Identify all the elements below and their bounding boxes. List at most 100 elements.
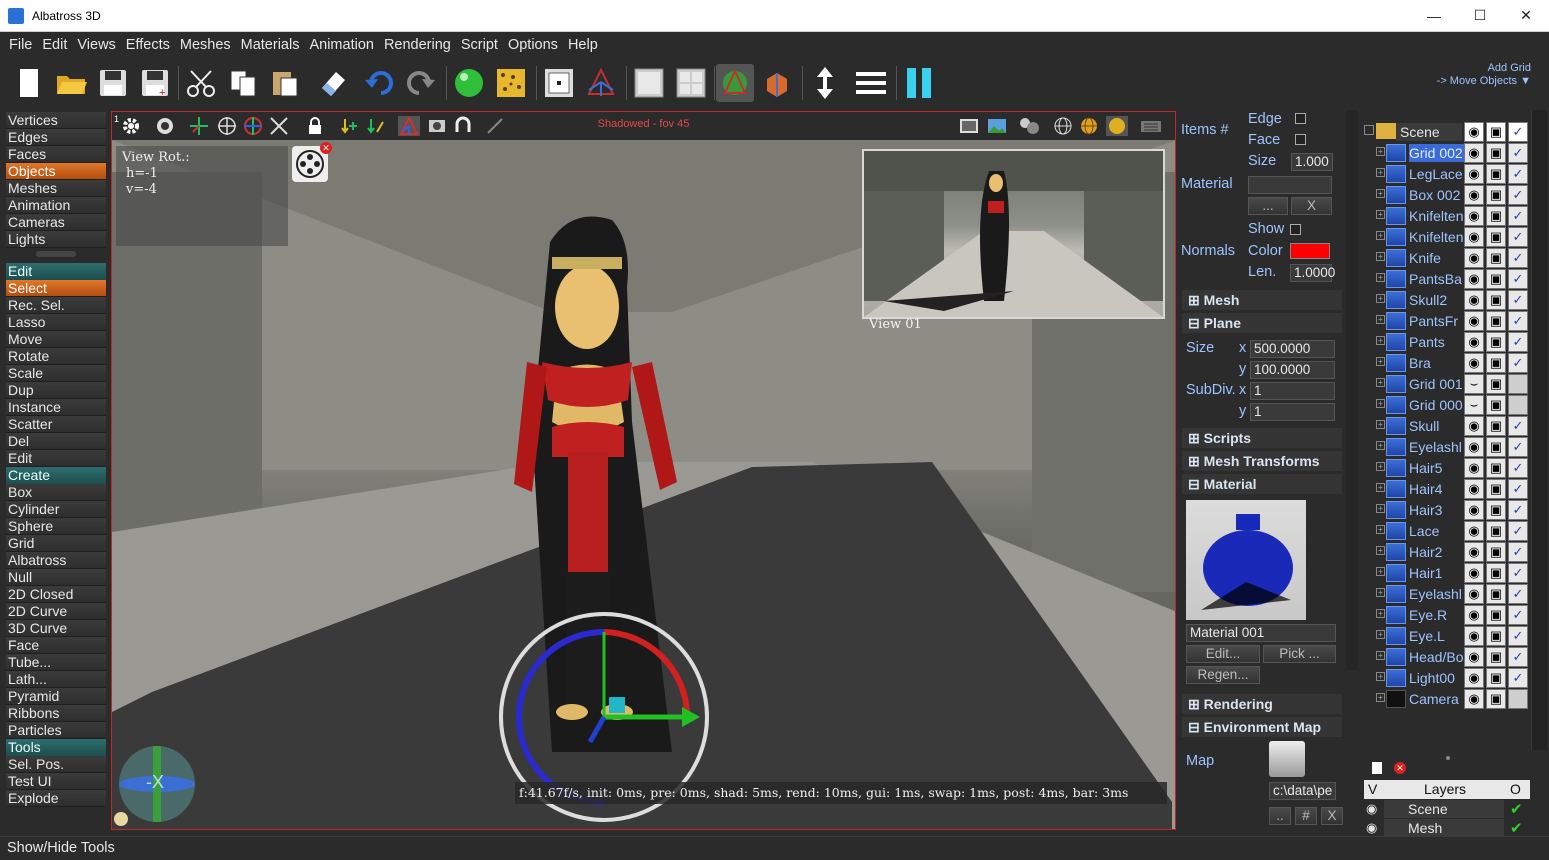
material-section[interactable]: ⊟ Material — [1182, 474, 1342, 494]
cut-icon[interactable] — [182, 64, 220, 102]
scene-tree-row[interactable]: + Grid 002 ◉ ▣ ✓ — [1362, 142, 1530, 163]
material-clear-button[interactable]: X — [1291, 197, 1332, 215]
mode-edges[interactable]: Edges — [6, 129, 106, 146]
wireframe-globe-icon[interactable] — [1052, 116, 1074, 136]
film-reel-icon[interactable]: ✕ — [292, 142, 332, 182]
scene-tree-row[interactable]: + Box 002 ◉ ▣ ✓ — [1362, 184, 1530, 205]
edit-tool-rec-sel[interactable]: Rec. Sel. — [6, 297, 106, 314]
expand-icon[interactable]: + — [1376, 609, 1385, 618]
eye-icon[interactable]: ◉ — [1464, 542, 1484, 562]
scene-root-row[interactable]: Scene ◉ ▣ ✓ — [1362, 121, 1530, 142]
eye-icon[interactable]: ◉ — [1464, 353, 1484, 373]
check-icon[interactable]: ✓ — [1508, 521, 1528, 541]
check-icon[interactable]: ✓ — [1508, 332, 1528, 352]
expand-icon[interactable]: + — [1376, 441, 1385, 450]
material-edit-button[interactable]: Edit... — [1186, 645, 1260, 663]
eye-icon[interactable]: ◉ — [1366, 820, 1377, 836]
check-icon[interactable]: ✓ — [1508, 164, 1528, 184]
environment-map-section[interactable]: ⊟ Environment Map — [1182, 717, 1342, 737]
eye-icon[interactable]: ◉ — [1464, 479, 1484, 499]
expand-icon[interactable]: + — [1376, 588, 1385, 597]
check-icon[interactable]: ✓ — [1508, 605, 1528, 625]
expand-icon[interactable]: + — [1376, 294, 1385, 303]
eye-icon[interactable]: ◉ — [1464, 311, 1484, 331]
lock-icon[interactable]: ▣ — [1486, 521, 1506, 541]
menu-options[interactable]: Options — [503, 37, 563, 53]
solid-sphere-icon[interactable] — [1106, 116, 1128, 136]
lock-icon[interactable]: ▣ — [1486, 374, 1506, 394]
material-input[interactable] — [1248, 176, 1332, 194]
scene-tree-row[interactable]: + Lace ◉ ▣ ✓ — [1362, 520, 1530, 541]
eye-icon[interactable]: ◉ — [1464, 143, 1484, 163]
scene-tree-row[interactable]: + Grid 001 ⌣ ▣ — [1362, 373, 1530, 394]
face-checkbox[interactable] — [1295, 134, 1306, 145]
mode-meshes[interactable]: Meshes — [6, 180, 106, 197]
expand-icon[interactable]: + — [1376, 420, 1385, 429]
create-tool-particles[interactable]: Particles — [6, 722, 106, 739]
close-icon[interactable]: ✕ — [1503, 0, 1549, 32]
expand-icon[interactable]: + — [1376, 672, 1385, 681]
menu-help[interactable]: Help — [563, 37, 603, 53]
map-browse-button[interactable]: .. — [1269, 807, 1291, 825]
material-regen-button[interactable]: Regen... — [1186, 666, 1260, 684]
scene-tree-row[interactable]: + Eye.L ◉ ▣ ✓ — [1362, 625, 1530, 646]
new-layer-icon[interactable] — [1372, 762, 1382, 774]
properties-scrollbar[interactable] — [1346, 110, 1358, 670]
normals-color-swatch[interactable] — [1290, 243, 1330, 259]
menu-edit[interactable]: Edit — [37, 37, 72, 53]
create-tool-2d-closed[interactable]: 2D Closed — [6, 586, 106, 603]
expand-icon[interactable]: + — [1376, 336, 1385, 345]
expand-icon[interactable]: + — [1376, 651, 1385, 660]
lock-icon[interactable]: ▣ — [1486, 605, 1506, 625]
texture-icon[interactable] — [492, 64, 530, 102]
lock-icon[interactable]: ▣ — [1486, 269, 1506, 289]
delete-layer-icon[interactable]: ✕ — [1394, 762, 1406, 774]
eye-icon[interactable]: ◉ — [1464, 332, 1484, 352]
eye-icon[interactable]: ◉ — [1464, 689, 1484, 709]
create-tool-sphere[interactable]: Sphere — [6, 518, 106, 535]
material-pick-button[interactable]: Pick ... — [1263, 645, 1336, 663]
check-icon[interactable]: ✓ — [1508, 185, 1528, 205]
lock-icon[interactable]: ▣ — [1486, 122, 1506, 142]
scene-tree-row[interactable]: + Hair1 ◉ ▣ ✓ — [1362, 562, 1530, 583]
expand-icon[interactable]: + — [1376, 231, 1385, 240]
eye-icon[interactable]: ◉ — [1464, 563, 1484, 583]
check-icon[interactable]: ✓ — [1508, 563, 1528, 583]
edit-tool-lasso[interactable]: Lasso — [6, 314, 106, 331]
scene-tree-row[interactable]: + Hair2 ◉ ▣ ✓ — [1362, 541, 1530, 562]
layout-quad-icon[interactable] — [672, 64, 710, 102]
check-icon[interactable]: ✓ — [1508, 248, 1528, 268]
scene-tree-row[interactable]: + Light00 ◉ ▣ ✓ — [1362, 667, 1530, 688]
eye-icon[interactable]: ◉ — [1464, 164, 1484, 184]
lock-icon[interactable]: ▣ — [1486, 311, 1506, 331]
tools-item-explode[interactable]: Explode — [6, 790, 106, 807]
menu-meshes[interactable]: Meshes — [175, 37, 236, 53]
scene-tree-row[interactable]: + Hair4 ◉ ▣ ✓ — [1362, 478, 1530, 499]
lock-icon[interactable]: ▣ — [1486, 416, 1506, 436]
create-tool-cylinder[interactable]: Cylinder — [6, 501, 106, 518]
copy-icon[interactable] — [224, 64, 262, 102]
scene-tree-row[interactable]: + Head/Bo ◉ ▣ ✓ — [1362, 646, 1530, 667]
layer-row-mesh[interactable]: ◉ Mesh ✔ — [1364, 819, 1530, 837]
eye-closed-icon[interactable]: ⌣ — [1464, 395, 1484, 415]
menu-effects[interactable]: Effects — [121, 37, 175, 53]
material-preview[interactable] — [1186, 500, 1306, 620]
tools-item-sel-pos[interactable]: Sel. Pos. — [6, 756, 106, 773]
check-icon[interactable]: ✓ — [1508, 122, 1528, 142]
keyboard-icon[interactable] — [1140, 116, 1162, 136]
move-updown-icon[interactable] — [806, 64, 844, 102]
scene-tree-row[interactable]: + Skull2 ◉ ▣ ✓ — [1362, 289, 1530, 310]
save-as-icon[interactable]: + — [136, 64, 174, 102]
scene-tree-row[interactable]: + Knifelten ◉ ▣ ✓ — [1362, 205, 1530, 226]
create-tool-box[interactable]: Box — [6, 484, 106, 501]
eye-icon[interactable]: ◉ — [1464, 437, 1484, 457]
scene-collapse-icon[interactable] — [1364, 125, 1374, 135]
lock-icon[interactable]: ▣ — [1486, 584, 1506, 604]
edit-tool-edit[interactable]: Edit — [6, 450, 106, 467]
create-tool-tube[interactable]: Tube... — [6, 654, 106, 671]
eye-icon[interactable]: ◉ — [1464, 626, 1484, 646]
check-icon[interactable]: ✓ — [1508, 584, 1528, 604]
check-icon[interactable] — [1508, 395, 1528, 415]
remove-badge-icon[interactable]: ✕ — [320, 142, 332, 154]
scripts-section[interactable]: ⊞ Scripts — [1182, 428, 1342, 448]
